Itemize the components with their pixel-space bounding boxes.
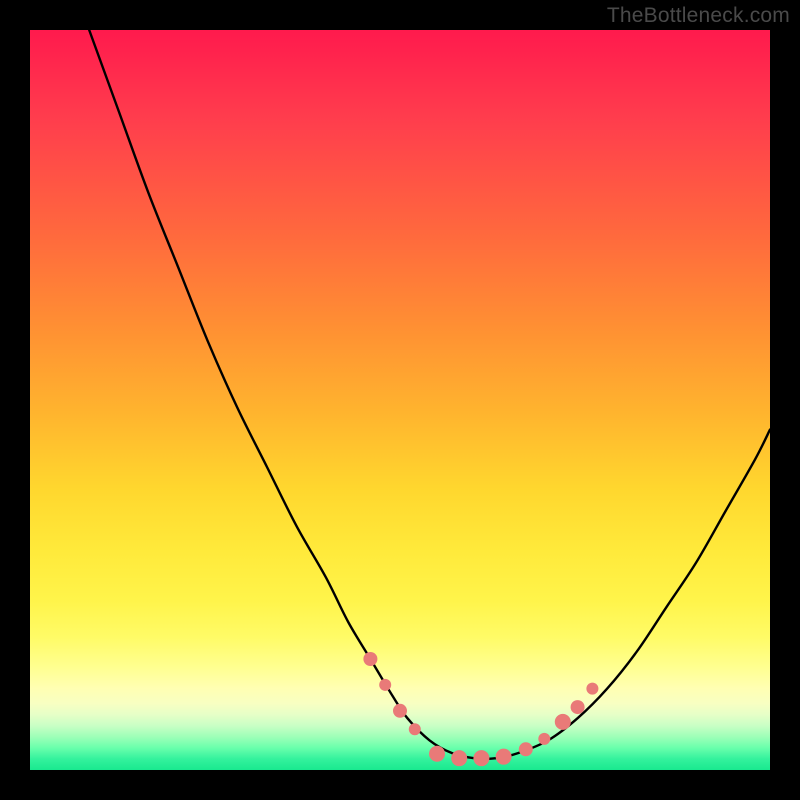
- curve-marker: [571, 700, 585, 714]
- curve-layer: [30, 30, 770, 770]
- curve-marker: [363, 652, 377, 666]
- curve-marker: [555, 714, 571, 730]
- chart-frame: TheBottleneck.com: [0, 0, 800, 800]
- plot-area: [30, 30, 770, 770]
- bottleneck-curve: [89, 30, 770, 759]
- curve-marker: [429, 746, 445, 762]
- curve-marker: [496, 749, 512, 765]
- watermark-text: TheBottleneck.com: [607, 4, 790, 28]
- curve-marker: [393, 704, 407, 718]
- curve-marker: [538, 733, 550, 745]
- curve-marker: [379, 679, 391, 691]
- curve-marker: [473, 750, 489, 766]
- curve-marker: [519, 742, 533, 756]
- curve-marker: [409, 723, 421, 735]
- curve-marker: [451, 750, 467, 766]
- curve-marker: [586, 683, 598, 695]
- curve-markers: [363, 652, 598, 766]
